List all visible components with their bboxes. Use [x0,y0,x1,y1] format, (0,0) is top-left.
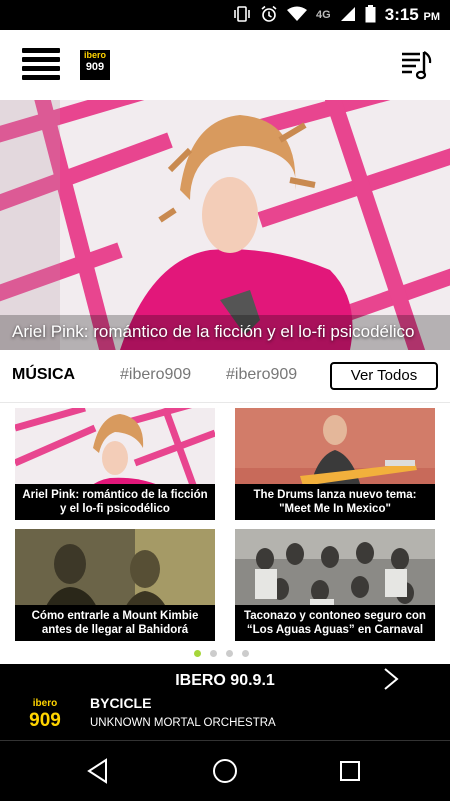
menu-icon[interactable] [22,48,60,80]
hero-image [0,100,450,350]
signal-icon [340,6,356,25]
carousel-dot[interactable] [210,650,217,657]
hero-caption[interactable]: Ariel Pink: romántico de la ficción y el… [12,322,415,342]
article-card[interactable]: Ariel Pink: romántico de la ficción y el… [15,408,215,520]
carousel-dot[interactable] [226,650,233,657]
status-bar: 4G 3:15 PM [0,0,450,30]
carousel-dot-active[interactable] [194,650,201,657]
song-title: BYCICLE [90,695,152,711]
now-playing-bar[interactable]: IBERO 90.9.1 ibero 909 BYCICLE UNKNOWN M… [0,664,450,740]
section-title: MÚSICA [12,366,76,383]
station-logo: ibero 909 [26,696,64,731]
recent-apps-icon[interactable] [334,755,366,787]
svg-text:909: 909 [29,710,61,730]
article-title: Taconazo y contoneo seguro con “Los Agua… [235,605,435,641]
article-title: The Drums lanza nuevo tema: "Meet Me In … [235,484,435,520]
carousel-dot[interactable] [242,650,249,657]
ver-todos-button[interactable]: Ver Todos [330,362,438,390]
artist-name: UNKNOWN MORTAL ORCHESTRA [90,717,276,729]
hashtag-link[interactable]: #ibero909 [120,366,191,384]
home-icon[interactable] [209,755,241,787]
article-card[interactable]: Taconazo y contoneo seguro con “Los Agua… [235,529,435,641]
ibero-logo[interactable]: ibero 909 [80,50,110,80]
network-type: 4G [316,9,331,21]
article-card[interactable]: The Drums lanza nuevo tema: "Meet Me In … [235,408,435,520]
article-card[interactable]: Cómo entrarle a Mount Kimbie antes de ll… [15,529,215,641]
clock: 3:15 PM [384,5,440,24]
section-header: MÚSICA #ibero909 #ibero909 Ver Todos [0,350,450,403]
app-header: ibero 909 [0,30,450,100]
playlist-music-icon[interactable] [400,48,434,82]
svg-text:ibero: ibero [33,698,57,709]
alarm-icon [260,5,278,26]
hero-feature[interactable]: Ariel Pink: romántico de la ficción y el… [0,100,450,350]
hashtag-link[interactable]: #ibero909 [226,366,297,384]
article-title: Cómo entrarle a Mount Kimbie antes de ll… [15,605,215,641]
system-nav-bar [0,740,450,801]
chevron-right-icon[interactable] [380,667,402,691]
carousel-indicator [194,650,249,657]
article-title: Ariel Pink: romántico de la ficción y el… [15,484,215,520]
battery-icon [365,4,376,26]
wifi-icon [287,6,308,25]
back-icon[interactable] [82,755,114,787]
vibrate-icon [233,5,251,25]
